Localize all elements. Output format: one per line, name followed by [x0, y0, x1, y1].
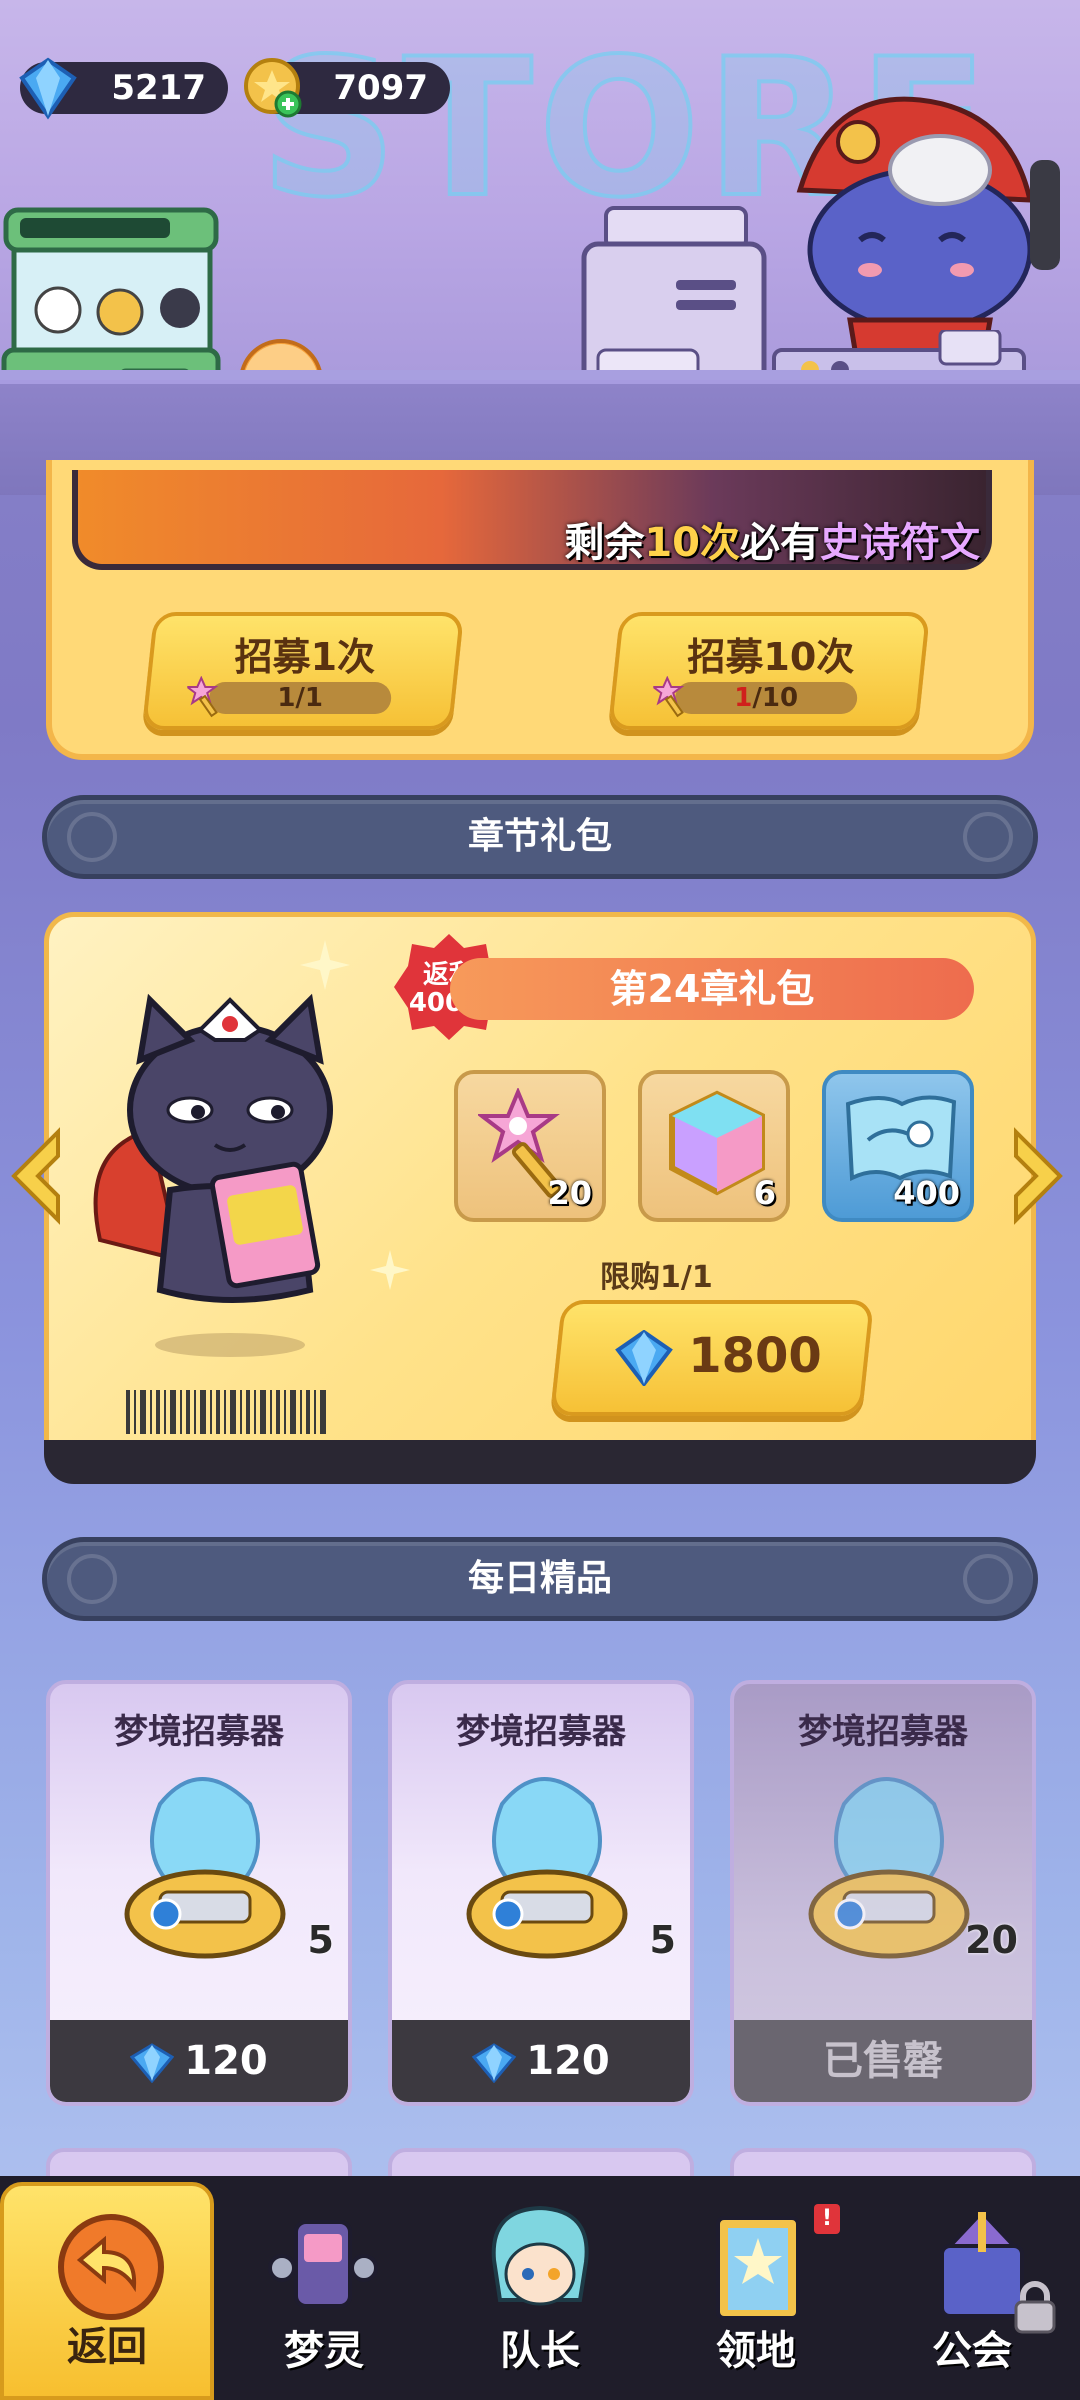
section-title: 章节礼包 [467, 816, 612, 857]
territory-door-icon [716, 2216, 800, 2320]
coin-balance[interactable]: 7097 [244, 58, 450, 118]
buy-chapter-gift-button[interactable]: 1800 [549, 1300, 875, 1416]
gem-balance[interactable]: 5217 [19, 57, 228, 120]
nav-label: 梦灵 [284, 2328, 364, 2374]
nav-back-button[interactable]: 返回 [0, 2182, 214, 2400]
daily-item-price-value: 120 [526, 2038, 610, 2084]
nav-item-captain[interactable]: 队长 [432, 2176, 648, 2400]
section-header-chapter-gift: 章节礼包 [42, 795, 1038, 879]
nav-label: 返回 [67, 2324, 147, 2370]
recruit-once-label: 招募1次 [234, 635, 376, 679]
section-ornament-icon [67, 812, 117, 862]
recruit-ten-label: 招募10次 [687, 635, 855, 679]
dream-recruiter-icon [124, 1777, 286, 1959]
nav-item-dream-spirit[interactable]: 梦灵 [216, 2176, 432, 2400]
next-gift-arrow-icon[interactable] [1008, 1126, 1068, 1226]
item-quantity: 20 [547, 1174, 592, 1212]
captain-avatar-icon [491, 2205, 589, 2306]
gift-pack-title: 第24章礼包 [450, 958, 974, 1020]
recruit-once-cost: 1/1 [209, 682, 392, 714]
purchase-limit-text: 限购1/1 [600, 1260, 713, 1295]
item-quantity: 6 [753, 1174, 776, 1212]
gift-item-key[interactable]: 20 [454, 1070, 606, 1222]
gem-count: 5217 [111, 68, 206, 108]
section-ornament-icon [67, 1554, 117, 1604]
recruit-ten-button[interactable]: 招募10次 1/10 [607, 612, 931, 730]
gem-icon [19, 57, 77, 120]
back-arrow-icon [58, 2214, 164, 2320]
star-key-icon [187, 676, 219, 718]
sparkle-icon [370, 1250, 410, 1290]
item-quantity: 400 [893, 1174, 960, 1212]
nav-label: 队长 [500, 2328, 580, 2374]
recruit-ten-cost: 1/10 [675, 682, 858, 714]
nav-item-territory[interactable]: ! 领地 [648, 2176, 864, 2400]
daily-item-card[interactable]: 梦境招募器 5 120 [388, 1680, 694, 2106]
daily-item-quantity: 5 [307, 1918, 334, 1962]
dream-recruiter-icon [466, 1777, 628, 1959]
gift-card-footer [44, 1440, 1036, 1484]
daily-item-name: 梦境招募器 [798, 1712, 968, 1752]
gift-item-map[interactable]: 400 [822, 1070, 974, 1222]
daily-item-quantity: 5 [649, 1918, 676, 1962]
daily-item-price[interactable]: 120 [50, 2020, 348, 2102]
prev-gift-arrow-icon[interactable] [6, 1126, 66, 1226]
add-coin-icon[interactable] [242, 56, 306, 120]
sparkle-icon [300, 940, 350, 990]
gem-icon [615, 1330, 673, 1386]
gem-icon [471, 2043, 517, 2084]
gift-price: 1800 [688, 1328, 822, 1384]
recruit-banner-text: 剩余10次必有史诗符文 [564, 520, 980, 566]
barcode-decoration [126, 1390, 326, 1434]
sold-out-label: 已售罄 [734, 2020, 1032, 2102]
nav-item-guild[interactable]: 公会 [864, 2176, 1080, 2400]
nav-label: 领地 [716, 2328, 796, 2374]
arcade-machine-icon [268, 2220, 378, 2308]
section-header-daily-picks: 每日精品 [42, 1537, 1038, 1621]
section-ornament-icon [963, 1554, 1013, 1604]
daily-item-name: 梦境招募器 [114, 1712, 284, 1752]
coin-count: 7097 [333, 68, 428, 108]
daily-item-price-value: 120 [184, 2038, 268, 2084]
section-title: 每日精品 [467, 1558, 612, 1599]
daily-item-quantity: 20 [965, 1918, 1018, 1962]
notification-badge: ! [814, 2204, 840, 2234]
gem-icon [129, 2043, 175, 2084]
daily-item-card[interactable]: 梦境招募器 5 120 [46, 1680, 352, 2106]
gift-item-cube[interactable]: 6 [638, 1070, 790, 1222]
daily-item-card-sold-out: 梦境招募器 20 已售罄 [730, 1680, 1036, 2106]
dream-recruiter-icon [808, 1777, 970, 1959]
recruit-once-button[interactable]: 招募1次 1/1 [141, 612, 465, 730]
nav-label: 公会 [932, 2328, 1012, 2374]
daily-item-name: 梦境招募器 [456, 1712, 626, 1752]
star-key-icon [653, 676, 685, 718]
daily-item-price[interactable]: 120 [392, 2020, 690, 2102]
store-header: STORE 5217 7097 [0, 0, 1080, 495]
cat-mascot-illustration [93, 993, 333, 1357]
section-ornament-icon [963, 812, 1013, 862]
